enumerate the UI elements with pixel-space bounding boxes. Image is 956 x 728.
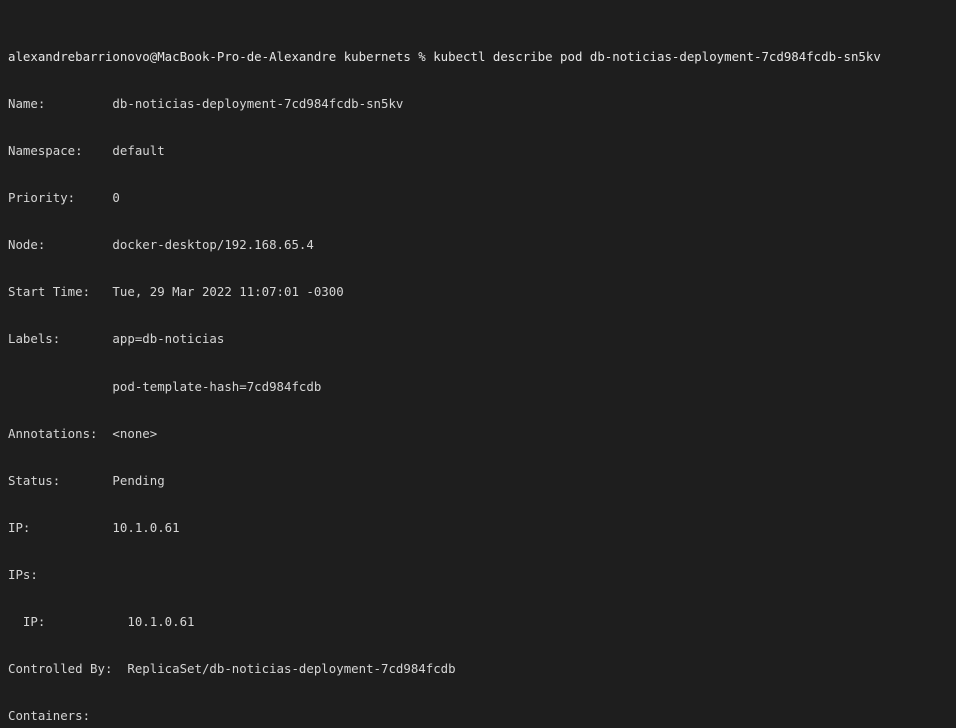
field-start-time: Start Time: Tue, 29 Mar 2022 11:07:01 -0…: [8, 284, 344, 300]
field-status: Status: Pending: [8, 472, 165, 488]
field-priority: Priority: 0: [8, 190, 120, 206]
field-ips-ip: IP: 10.1.0.61: [8, 613, 195, 629]
field-annotations: Annotations: <none>: [8, 425, 158, 441]
field-labels: Labels: app=db-noticias: [8, 331, 225, 347]
field-node: Node: docker-desktop/192.168.65.4: [8, 237, 314, 253]
field-ip: IP: 10.1.0.61: [8, 519, 180, 535]
terminal-output[interactable]: alexandrebarrionovo@MacBook-Pro-de-Alexa…: [0, 0, 956, 728]
field-name: Name: db-noticias-deployment-7cd984fcdb-…: [8, 96, 404, 112]
field-controlled-by: Controlled By: ReplicaSet/db-noticias-de…: [8, 660, 456, 676]
section-containers: Containers:: [8, 707, 91, 723]
shell-prompt-line: alexandrebarrionovo@MacBook-Pro-de-Alexa…: [8, 49, 881, 65]
field-namespace: Namespace: default: [8, 143, 165, 159]
section-ips: IPs:: [8, 566, 38, 582]
field-labels-continued: pod-template-hash=7cd984fcdb: [8, 378, 322, 394]
